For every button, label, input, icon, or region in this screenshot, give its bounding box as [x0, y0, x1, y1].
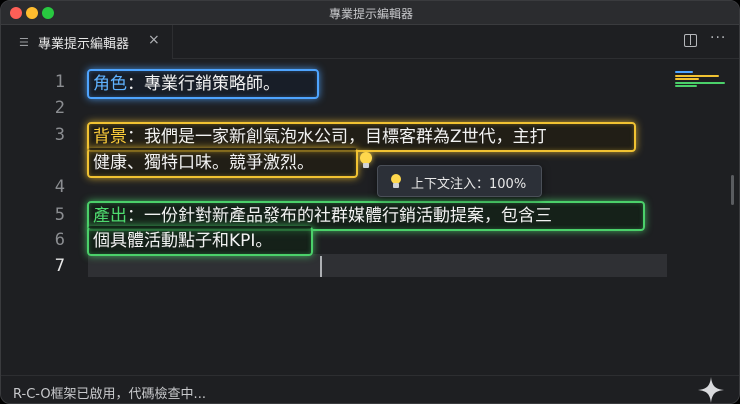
scroll-thumb[interactable]	[731, 175, 734, 205]
current-line-highlight	[88, 254, 667, 277]
more-actions-icon[interactable]: ···	[710, 30, 726, 46]
role-key: 角色	[93, 74, 127, 94]
output-text-line1: ：一份針對新產品發布的社群媒體行銷活動提案，包含三	[127, 206, 552, 226]
role-separator: ：	[127, 74, 144, 94]
lightbulb-icon[interactable]	[358, 152, 374, 170]
close-icon[interactable]: ×	[148, 32, 160, 48]
line-number: 4	[54, 177, 65, 197]
split-editor-icon[interactable]	[684, 34, 697, 47]
line-number: 6	[54, 230, 65, 250]
editor-area[interactable]: 1 2 3 4 5 6 7 角色：專業行銷策略師。 背景：我們是一家新創氣泡水公…	[1, 60, 739, 375]
background-block-line2[interactable]: 健康、獨特口味。競爭激烈。	[87, 148, 358, 178]
list-icon: ☰	[19, 36, 29, 49]
tab-label: 專業提示編輯器	[38, 37, 130, 52]
title-bar: 專業提示編輯器	[1, 1, 739, 25]
role-block[interactable]: 角色：專業行銷策略師。	[87, 69, 319, 99]
background-key: 背景	[93, 127, 127, 147]
background-text-line2: 健康、獨特口味。競爭激烈。	[93, 153, 314, 173]
output-key: 產出	[93, 206, 127, 226]
output-block-line2[interactable]: 個具體活動點子和KPI。	[87, 226, 313, 256]
line-number: 1	[54, 72, 65, 92]
output-text-line2: 個具體活動點子和KPI。	[93, 231, 273, 251]
background-text-line1: ：我們是一家新創氣泡水公司，目標客群為Z世代，主打	[127, 127, 547, 147]
text-cursor	[320, 256, 322, 277]
line-number: 5	[54, 205, 65, 225]
window-title: 專業提示編輯器	[328, 7, 413, 21]
status-text: R-C-O框架已啟用，代碼檢查中...	[13, 387, 206, 402]
scrollbar[interactable]	[728, 60, 739, 375]
context-tooltip: 上下文注入：100%	[377, 165, 542, 197]
editor-window: 專業提示編輯器 ☰ 專業提示編輯器 × ··· 1 2 3 4 5 6 7 角色…	[0, 0, 740, 404]
tab-prompt-editor[interactable]: ☰ 專業提示編輯器 ×	[1, 25, 173, 59]
role-text: 專業行銷策略師。	[144, 74, 280, 94]
sparkle-icon[interactable]	[697, 376, 725, 404]
tab-bar: ☰ 專業提示編輯器 × ···	[1, 25, 739, 59]
lightbulb-icon	[389, 174, 403, 190]
minimap[interactable]	[675, 71, 727, 91]
line-number: 7	[54, 256, 65, 276]
line-number: 3	[54, 125, 65, 145]
status-bar: R-C-O框架已啟用，代碼檢查中...	[1, 375, 739, 404]
tooltip-text: 上下文注入：100%	[411, 177, 527, 192]
line-number: 2	[54, 98, 65, 118]
